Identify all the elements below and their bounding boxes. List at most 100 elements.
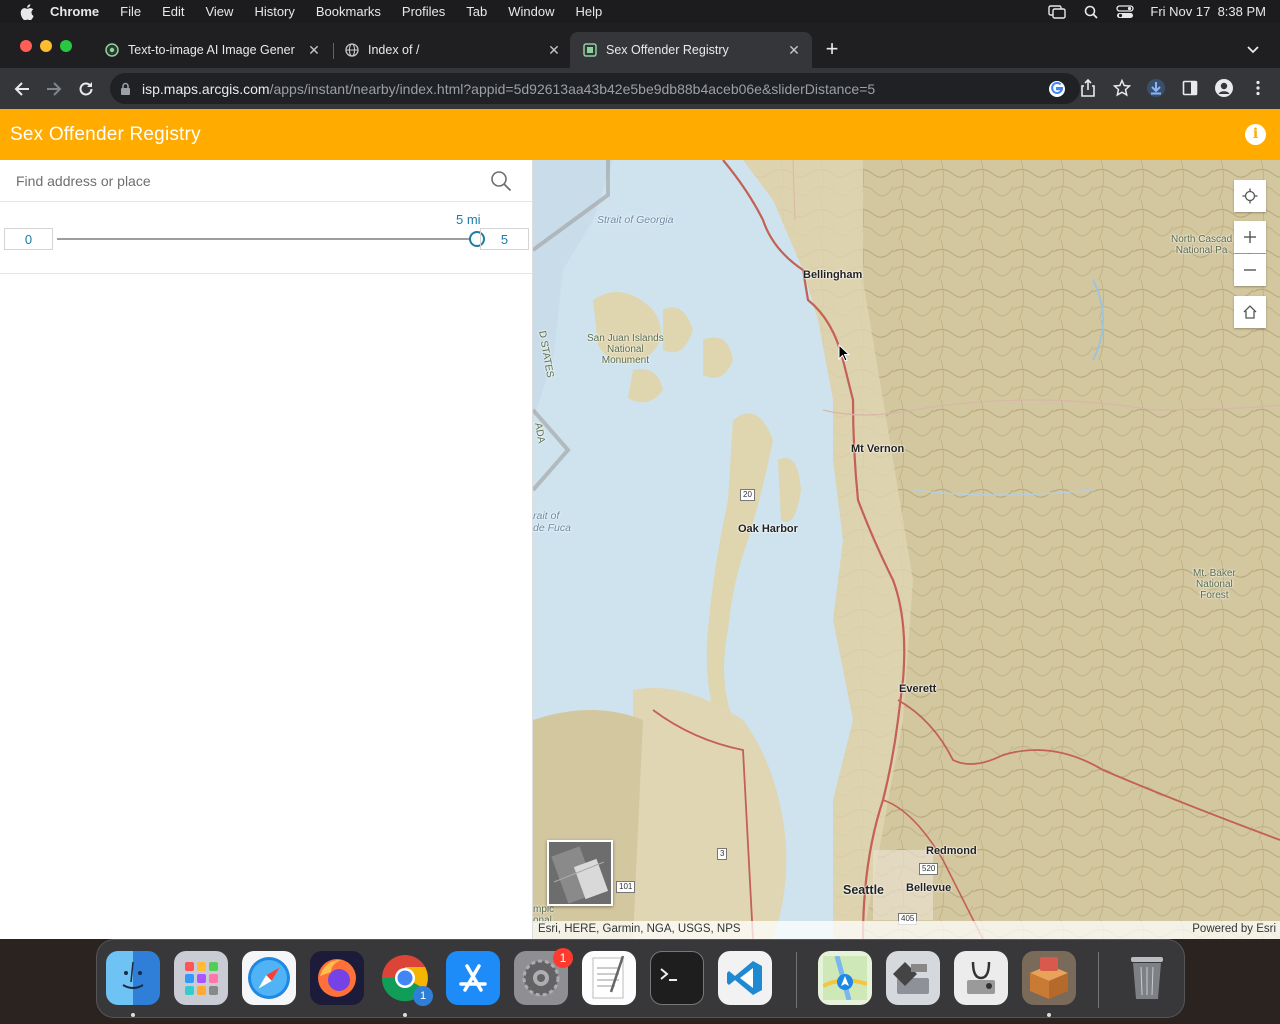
finder-icon[interactable] bbox=[106, 951, 160, 1005]
dock-separator bbox=[1098, 952, 1099, 1008]
route-20-shield: 20 bbox=[740, 489, 755, 501]
window-controls bbox=[20, 40, 72, 52]
menu-window[interactable]: Window bbox=[508, 4, 554, 19]
basemap[interactable] bbox=[533, 160, 1280, 939]
control-center-icon[interactable] bbox=[1116, 4, 1135, 19]
minimize-window-button[interactable] bbox=[40, 40, 52, 52]
zoom-out-button[interactable] bbox=[1234, 254, 1266, 286]
back-icon[interactable] bbox=[12, 79, 32, 99]
tab-index-of[interactable]: Index of / ✕ bbox=[332, 32, 572, 68]
distance-slider-panel: 5 mi 0 5 bbox=[0, 202, 533, 274]
slider-track[interactable] bbox=[57, 238, 478, 240]
screen-mirroring-icon[interactable] bbox=[1048, 4, 1067, 19]
menu-file[interactable]: File bbox=[120, 4, 141, 19]
settings-notification-badge: 1 bbox=[553, 948, 573, 968]
app-store-icon[interactable] bbox=[446, 951, 500, 1005]
close-tab-icon[interactable]: ✕ bbox=[306, 42, 322, 58]
browser-toolbar: isp.maps.arcgis.com/apps/instant/nearby/… bbox=[0, 68, 1280, 109]
menu-profiles[interactable]: Profiles bbox=[402, 4, 445, 19]
textedit-icon[interactable] bbox=[582, 951, 636, 1005]
slider-min-input[interactable]: 0 bbox=[4, 228, 53, 250]
safari-icon[interactable] bbox=[242, 951, 296, 1005]
map-attribution: Esri, HERE, Garmin, NGA, USGS, NPS Power… bbox=[533, 921, 1280, 939]
menu-edit[interactable]: Edit bbox=[162, 4, 184, 19]
menu-clock[interactable]: Fri Nov 17 8:38 PM bbox=[1150, 4, 1266, 19]
label-bellingham: Bellingham bbox=[803, 269, 863, 281]
terminal-icon[interactable] bbox=[650, 951, 704, 1005]
installer-icon[interactable] bbox=[1022, 951, 1076, 1005]
forward-icon[interactable] bbox=[44, 79, 64, 99]
disk-utility-icon[interactable] bbox=[954, 951, 1008, 1005]
boot-camp-icon[interactable] bbox=[886, 951, 940, 1005]
attribution-sources[interactable]: Esri, HERE, Garmin, NGA, USGS, NPS bbox=[538, 923, 741, 935]
installer-running-indicator bbox=[1047, 1013, 1051, 1017]
url-host: isp.maps.arcgis.com bbox=[142, 80, 270, 97]
menu-bookmarks[interactable]: Bookmarks bbox=[316, 4, 381, 19]
share-icon[interactable] bbox=[1078, 78, 1098, 98]
map-view[interactable]: Strait of Georgia rait of de Fuca San Ju… bbox=[533, 160, 1280, 939]
minus-icon bbox=[1244, 269, 1256, 271]
tab-ai-image-generator[interactable]: Text-to-image AI Image Gener ✕ bbox=[92, 32, 332, 68]
macos-menu-bar: Chrome File Edit View History Bookmarks … bbox=[0, 0, 1280, 23]
basemap-toggle-button[interactable] bbox=[547, 840, 613, 906]
menu-view[interactable]: View bbox=[205, 4, 233, 19]
label-strait-of-georgia: Strait of Georgia bbox=[597, 214, 674, 226]
menu-history[interactable]: History bbox=[254, 4, 294, 19]
maps-icon[interactable] bbox=[818, 951, 872, 1005]
zoom-in-button[interactable] bbox=[1234, 221, 1266, 253]
reload-icon[interactable] bbox=[76, 79, 96, 99]
macos-dock: 1 1 bbox=[96, 939, 1185, 1018]
apple-menu-icon[interactable] bbox=[18, 3, 36, 21]
side-panel-icon[interactable] bbox=[1180, 78, 1200, 98]
spotlight-search-icon[interactable] bbox=[1082, 5, 1100, 19]
search-input[interactable] bbox=[16, 171, 476, 191]
label-oak-harbor: Oak Harbor bbox=[738, 523, 798, 535]
trash-icon[interactable] bbox=[1120, 951, 1174, 1005]
locate-button[interactable] bbox=[1234, 180, 1266, 212]
route-3-shield: 3 bbox=[717, 848, 728, 860]
menu-tab[interactable]: Tab bbox=[466, 4, 487, 19]
close-tab-icon[interactable]: ✕ bbox=[786, 42, 802, 58]
profile-avatar-icon[interactable] bbox=[1214, 78, 1234, 98]
ai-generator-icon bbox=[104, 42, 120, 58]
google-lens-icon[interactable] bbox=[1048, 80, 1066, 98]
label-mt-vernon: Mt Vernon bbox=[851, 443, 905, 455]
label-north-cascades: North Cascad National Pa bbox=[1171, 234, 1233, 256]
menu-app-name[interactable]: Chrome bbox=[50, 4, 99, 19]
label-san-juan-islands: San Juan Islands National Monument bbox=[587, 333, 664, 366]
info-icon[interactable]: i bbox=[1245, 124, 1266, 145]
satellite-thumbnail-icon bbox=[549, 842, 611, 904]
page-title: Sex Offender Registry bbox=[10, 123, 201, 145]
new-tab-button[interactable]: + bbox=[821, 38, 843, 61]
chrome-window-badge: 1 bbox=[413, 986, 433, 1006]
firefox-icon[interactable] bbox=[310, 951, 364, 1005]
tab-sex-offender-registry[interactable]: Sex Offender Registry ✕ bbox=[570, 32, 812, 68]
powered-by-esri[interactable]: Powered by Esri bbox=[1192, 923, 1276, 935]
route-101-shield: 101 bbox=[616, 881, 636, 893]
vscode-icon[interactable] bbox=[718, 951, 772, 1005]
arcgis-icon bbox=[582, 42, 598, 58]
home-button[interactable] bbox=[1234, 296, 1266, 328]
route-520-shield: 520 bbox=[919, 863, 939, 875]
finder-running-indicator bbox=[131, 1013, 135, 1017]
close-tab-icon[interactable]: ✕ bbox=[546, 42, 562, 58]
plus-icon bbox=[1244, 231, 1256, 243]
maximize-window-button[interactable] bbox=[60, 40, 72, 52]
slider-max-input[interactable]: 5 bbox=[480, 228, 529, 250]
distance-value-label: 5 mi bbox=[456, 212, 481, 227]
address-bar[interactable]: isp.maps.arcgis.com/apps/instant/nearby/… bbox=[110, 73, 1080, 104]
locate-crosshair-icon bbox=[1242, 188, 1258, 204]
launchpad-icon[interactable] bbox=[174, 951, 228, 1005]
home-icon bbox=[1243, 305, 1257, 319]
more-menu-icon[interactable] bbox=[1248, 78, 1268, 98]
menu-help[interactable]: Help bbox=[576, 4, 603, 19]
search-bar bbox=[0, 160, 533, 202]
download-icon[interactable] bbox=[1146, 78, 1166, 98]
tab-title: Text-to-image AI Image Gener bbox=[128, 43, 295, 57]
search-icon[interactable] bbox=[490, 170, 514, 194]
tab-search-chevron-icon[interactable] bbox=[1246, 43, 1260, 57]
lock-icon[interactable] bbox=[120, 82, 132, 96]
close-window-button[interactable] bbox=[20, 40, 32, 52]
bookmark-star-icon[interactable] bbox=[1112, 78, 1132, 98]
browser-tab-strip: Text-to-image AI Image Gener ✕ Index of … bbox=[0, 23, 1280, 68]
